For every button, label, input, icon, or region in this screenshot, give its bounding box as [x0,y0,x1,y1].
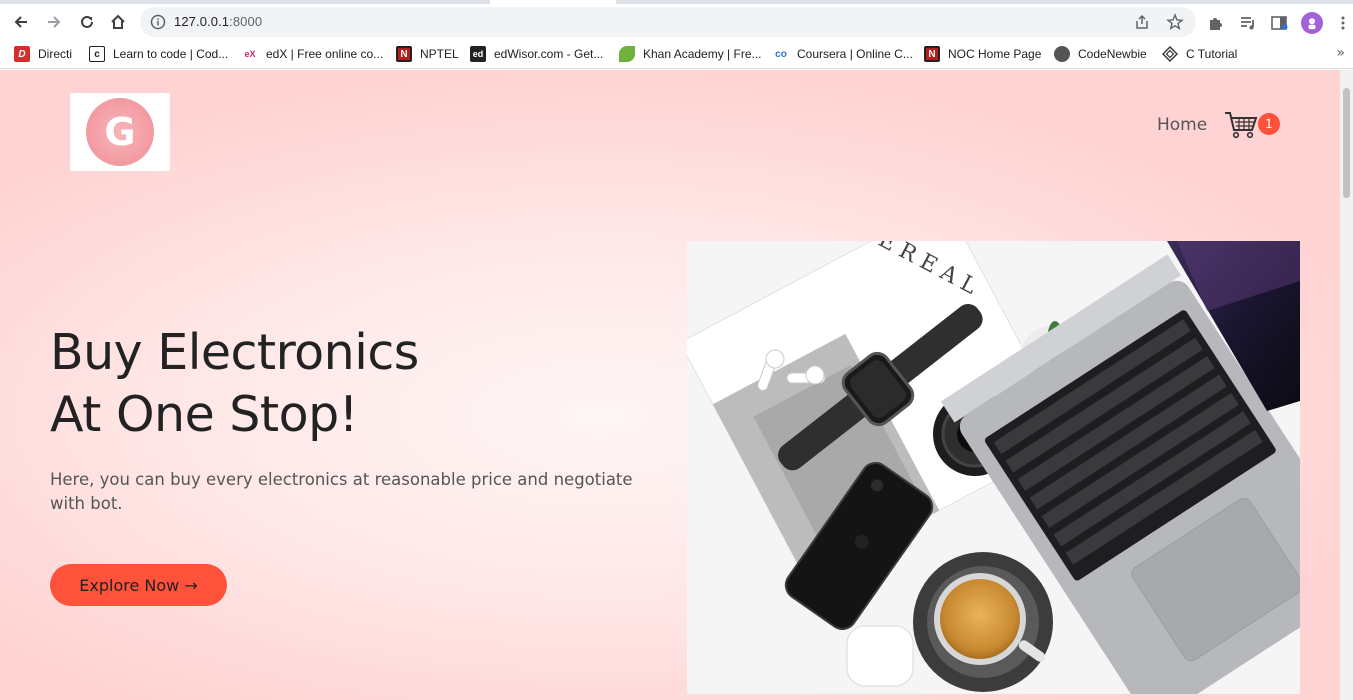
bookmarks-bar: D Directi c Learn to code | Cod... eX edX |… [0,40,1353,69]
bookmark-label: edWisor.com - Get... [494,47,604,61]
user-avatar-icon [1308,18,1316,30]
noc-icon: N [924,46,940,62]
bookmark-nptel[interactable]: N NPTEL [396,45,459,63]
home-button[interactable] [104,8,132,36]
hero-title-line-2: At One Stop! [50,386,358,443]
hero-description: Here, you can buy every electronics at r… [50,470,633,513]
profile-avatar[interactable] [1301,12,1323,34]
forward-button[interactable] [40,8,68,36]
bookmark-directi[interactable]: D Directi [14,45,72,63]
hero-image: CEREAL [687,241,1300,694]
url-host: 127.0.0.1 [174,14,230,29]
kebab-menu-icon[interactable] [1334,14,1352,32]
hero-title-line-1: Buy Electronics [50,324,419,381]
khan-academy-icon [619,46,635,62]
share-icon[interactable] [1134,14,1150,30]
info-icon[interactable] [150,14,166,30]
site-logo[interactable]: G [70,93,170,171]
arrow-right-icon [48,16,61,28]
cart-count-badge: 1 [1258,113,1280,135]
bookmark-label: NOC Home Page [948,47,1042,61]
coursera-icon: co [773,46,789,62]
bookmark-noc-home[interactable]: N NOC Home Page [924,45,1041,63]
bookmark-label: edX | Free online co... [266,47,384,61]
home-icon [111,14,125,29]
extensions-puzzle-icon[interactable] [1207,14,1225,32]
directi-icon: D [14,46,30,62]
page-scrollbar[interactable] [1340,70,1353,700]
page-viewport: G Home 1 Buy Electronics At One Stop! He… [0,70,1340,700]
c-tutorial-icon [1162,46,1178,62]
hero-title: Buy Electronics At One Stop! [50,322,419,446]
bookmark-c-tutorial[interactable]: C Tutorial [1162,45,1237,63]
bookmark-edwisor[interactable]: ed edWisor.com - Get... [470,45,603,63]
address-bar[interactable]: 127.0.0.1:8000 [140,7,1196,37]
edwisor-icon: ed [470,46,486,62]
bookmark-label: C Tutorial [1186,47,1238,61]
reload-button[interactable] [73,8,101,36]
reload-icon [81,15,93,28]
bookmark-khan-academy[interactable]: Khan Academy | Fre... [619,45,762,63]
url-text[interactable]: 127.0.0.1:8000 [174,14,262,29]
edx-icon: eX [242,46,258,62]
bookmark-label: Khan Academy | Fre... [643,47,762,61]
media-playlist-icon[interactable] [1239,14,1257,32]
bookmark-codenewbie[interactable]: CodeNewbie [1054,45,1147,63]
bookmark-coursera[interactable]: co Coursera | Online C... [773,45,913,63]
bookmark-label: Directi [38,47,73,61]
nav-home-link[interactable]: Home [1157,115,1207,135]
bookmark-label: CodeNewbie [1078,47,1147,61]
bookmark-edx[interactable]: eX edX | Free online co... [242,45,383,63]
arrow-left-icon [14,16,27,28]
codenewbie-icon [1054,46,1070,62]
url-port: :8000 [229,14,263,29]
electronics-flatlay-illustration: CEREAL [687,241,1300,694]
codecademy-icon: c [89,46,105,62]
bookmark-label: Coursera | Online C... [797,47,913,61]
bookmarks-overflow-button[interactable]: » [1336,45,1345,61]
logo-mark: G [86,98,154,166]
bookmark-label: Learn to code | Cod... [113,47,229,61]
bookmark-label: NPTEL [420,47,459,61]
scrollbar-thumb[interactable] [1343,88,1350,198]
explore-now-button[interactable]: Explore Now → [50,564,227,606]
nptel-icon: N [396,46,412,62]
bookmark-codecademy[interactable]: c Learn to code | Cod... [89,45,228,63]
bookmark-star-icon[interactable] [1166,13,1184,31]
cart-icon[interactable] [1224,110,1258,140]
back-button[interactable] [7,8,35,36]
side-panel-icon[interactable] [1270,14,1288,32]
browser-toolbar: 127.0.0.1:8000 [0,4,1353,40]
